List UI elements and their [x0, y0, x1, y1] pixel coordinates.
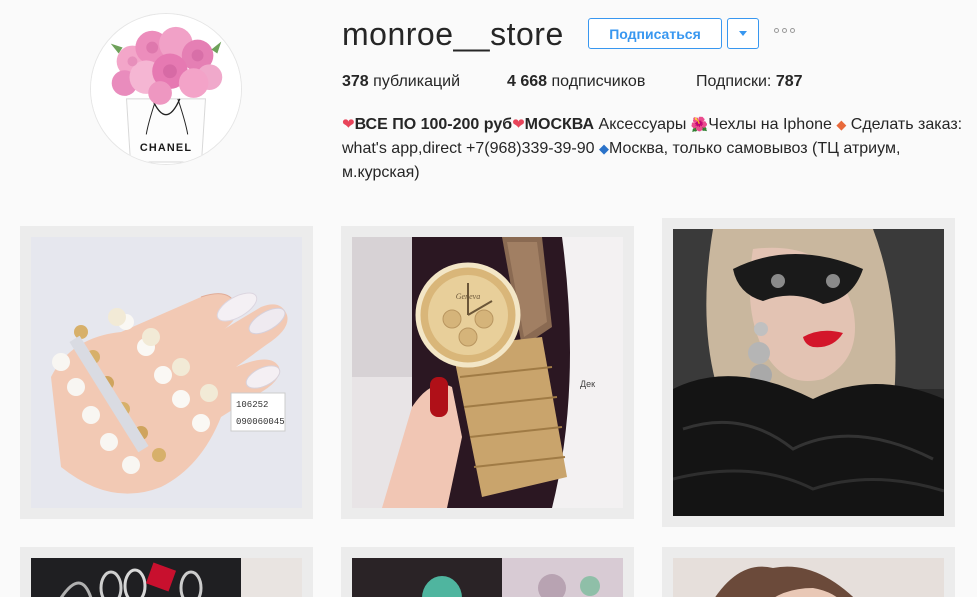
post-image — [673, 558, 944, 597]
stat-following[interactable]: Подписки: 787 — [696, 72, 803, 92]
bio-headline-city: МОСКВА — [524, 116, 595, 133]
post-thumbnail[interactable] — [20, 547, 313, 597]
profile-page: CHANEL monroe__store Подписаться 378 пуб… — [0, 0, 977, 597]
followers-label: подписчиков — [551, 73, 646, 90]
stat-posts: 378 публикаций — [342, 72, 460, 92]
post-image: Дек Geneva — [352, 237, 623, 508]
heart-icon: ❤ — [512, 116, 525, 133]
flower-icon: 🌺 — [690, 116, 709, 132]
more-options-icon[interactable] — [772, 26, 797, 35]
followers-count: 4 668 — [507, 73, 548, 90]
watch-brand-text: Geneva — [456, 292, 480, 301]
post-thumbnail[interactable] — [341, 547, 634, 597]
follow-button[interactable]: Подписаться — [588, 18, 722, 49]
profile-bio: ❤ВСЕ ПО 100-200 руб❤МОСКВА Аксессуары 🌺Ч… — [342, 112, 967, 185]
post-image — [31, 558, 302, 597]
post-thumbnail[interactable] — [662, 547, 955, 597]
bio-headline-price: ВСЕ ПО 100-200 руб — [354, 116, 513, 133]
following-label: Подписки: — [696, 73, 772, 90]
avatar-brand-text: CHANEL — [140, 142, 192, 154]
post-image: 106252 090060045 — [31, 237, 302, 508]
bio-text-cases: Чехлы на Iphone — [708, 116, 837, 133]
post-image — [352, 558, 623, 597]
post-barcode: 090060045 — [236, 417, 285, 427]
bio-text-accessories: Аксессуары — [594, 116, 691, 133]
post-thumbnail[interactable]: 106252 090060045 — [20, 226, 313, 519]
chevron-down-icon — [739, 31, 747, 36]
post-image — [673, 229, 944, 516]
orange-diamond-icon: ◆ — [836, 117, 847, 132]
avatar[interactable]: CHANEL — [90, 13, 242, 165]
posts-count: 378 — [342, 73, 369, 90]
heart-icon: ❤ — [342, 116, 355, 133]
blue-diamond-icon: ◆ — [599, 141, 609, 156]
avatar-image: CHANEL — [91, 14, 241, 164]
post-thumbnail[interactable] — [662, 218, 955, 527]
username: monroe__store — [342, 16, 564, 52]
suggestions-dropdown-button[interactable] — [727, 18, 759, 49]
post-background-text: Дек — [580, 379, 595, 389]
post-price-code: 106252 — [236, 400, 268, 410]
post-thumbnail[interactable]: Дек Geneva — [341, 226, 634, 519]
stat-followers[interactable]: 4 668 подписчиков — [507, 72, 645, 92]
following-count: 787 — [775, 73, 803, 90]
posts-label: публикаций — [373, 73, 461, 90]
